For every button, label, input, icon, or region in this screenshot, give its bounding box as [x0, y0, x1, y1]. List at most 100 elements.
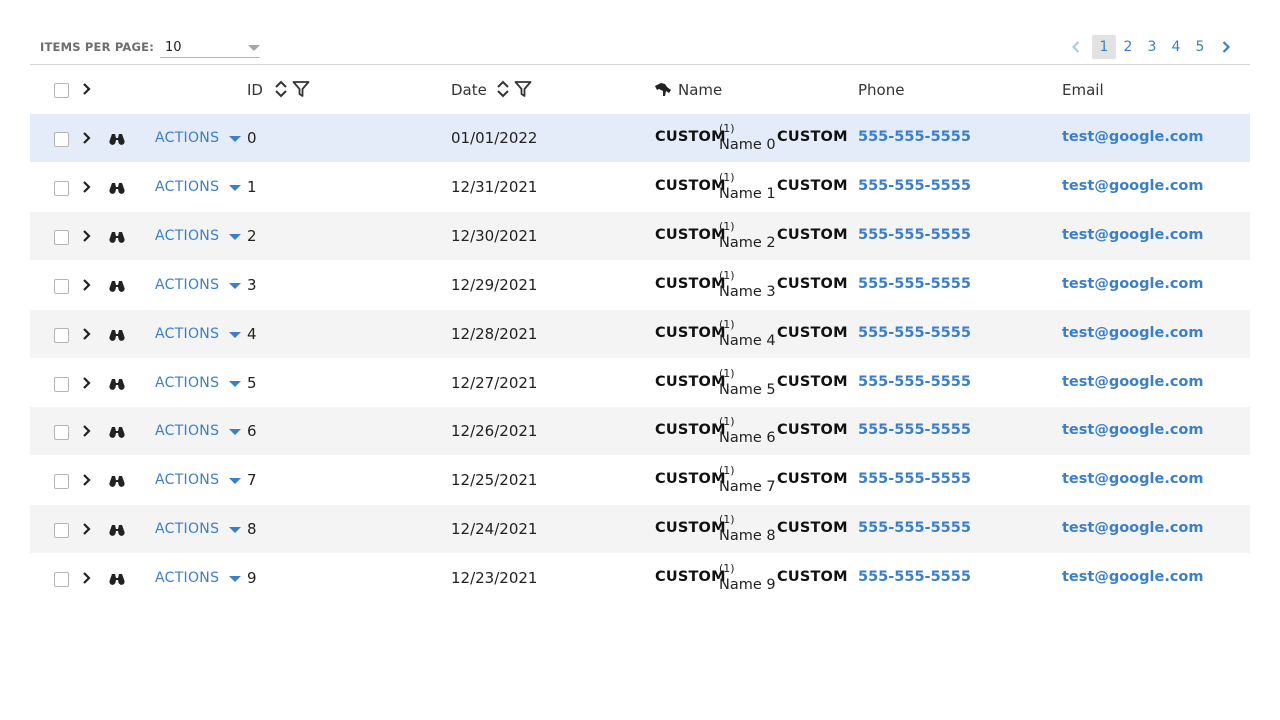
expand-all-chevron-icon[interactable]	[80, 81, 94, 101]
table-row[interactable]: ACTIONS 3 12/29/2021 CUSTOM (1) Name 3 CUSTOM 5…	[30, 261, 1250, 309]
phone-link[interactable]: 555-555-5555	[858, 520, 971, 536]
actions-dropdown-icon[interactable]	[229, 429, 241, 436]
row-select-checkbox[interactable]	[54, 425, 69, 441]
phone-link[interactable]: 555-555-5555	[858, 422, 971, 438]
actions-dropdown-icon[interactable]	[229, 527, 241, 534]
email-link[interactable]: test@google.com	[1062, 325, 1204, 341]
phone-link[interactable]: 555-555-5555	[858, 178, 971, 194]
table-row[interactable]: ACTIONS 4 12/28/2021 CUSTOM (1) Name 4 CUSTOM 5…	[30, 309, 1250, 358]
actions-dropdown-icon[interactable]	[229, 380, 241, 387]
column-header-id[interactable]: ID	[247, 81, 263, 99]
previous-page-button[interactable]	[1064, 35, 1088, 59]
binoculars-icon[interactable]	[109, 131, 125, 150]
column-header-phone[interactable]: Phone	[858, 81, 904, 99]
column-header-name[interactable]: Name	[678, 81, 722, 99]
filter-icon[interactable]	[514, 80, 532, 102]
expand-row-chevron-icon[interactable]	[80, 472, 94, 492]
items-per-page-select[interactable]: 10	[160, 37, 260, 58]
actions-dropdown-icon[interactable]	[229, 478, 241, 485]
select-all-checkbox[interactable]	[54, 83, 69, 98]
email-link[interactable]: test@google.com	[1062, 276, 1204, 292]
row-select-checkbox[interactable]	[54, 572, 69, 588]
binoculars-icon[interactable]	[109, 180, 125, 199]
actions-dropdown-icon[interactable]	[229, 331, 241, 338]
email-link[interactable]: test@google.com	[1062, 227, 1204, 243]
phone-link[interactable]: 555-555-5555	[858, 227, 971, 243]
phone-link[interactable]: 555-555-5555	[858, 276, 971, 292]
page-button-4[interactable]: 4	[1164, 35, 1188, 59]
actions-button[interactable]: ACTIONS	[155, 130, 219, 146]
expand-row-chevron-icon[interactable]	[80, 375, 94, 395]
table-row[interactable]: ACTIONS 2 12/30/2021 CUSTOM (1) Name 2 CUSTOM 5…	[30, 211, 1250, 260]
actions-dropdown-icon[interactable]	[229, 233, 241, 240]
email-link[interactable]: test@google.com	[1062, 471, 1204, 487]
page-button-3[interactable]: 3	[1140, 35, 1164, 59]
actions-dropdown-icon[interactable]	[229, 576, 241, 583]
row-select-checkbox[interactable]	[54, 229, 69, 245]
phone-link[interactable]: 555-555-5555	[858, 325, 971, 341]
actions-button[interactable]: ACTIONS	[155, 326, 219, 342]
page-button-5[interactable]: 5	[1188, 35, 1212, 59]
actions-dropdown-icon[interactable]	[229, 136, 241, 142]
column-header-date[interactable]: Date	[451, 81, 487, 99]
expand-row-chevron-icon[interactable]	[80, 521, 94, 541]
actions-button[interactable]: ACTIONS	[155, 179, 219, 195]
page-button-2[interactable]: 2	[1116, 35, 1140, 59]
phone-link[interactable]: 555-555-5555	[858, 471, 971, 487]
expand-row-chevron-icon[interactable]	[80, 277, 94, 297]
phone-link[interactable]: 555-555-5555	[858, 569, 971, 585]
expand-row-chevron-icon[interactable]	[80, 423, 94, 443]
binoculars-icon[interactable]	[109, 473, 125, 492]
table-row[interactable]: ACTIONS 7 12/25/2021 CUSTOM (1) Name 7 CUSTOM 5…	[30, 456, 1250, 504]
next-page-button[interactable]	[1214, 35, 1238, 59]
page-button-1[interactable]: 1	[1092, 35, 1116, 59]
expand-row-chevron-icon[interactable]	[80, 326, 94, 346]
row-select-checkbox[interactable]	[54, 132, 69, 147]
phone-link[interactable]: 555-555-5555	[858, 374, 971, 390]
actions-button[interactable]: ACTIONS	[155, 423, 219, 439]
table-row[interactable]: ACTIONS 0 01/01/2022 CUSTOM (1) Name 0 CUSTOM 5…	[30, 114, 1250, 162]
row-select-checkbox[interactable]	[54, 327, 69, 343]
actions-button[interactable]: ACTIONS	[155, 375, 219, 391]
table-row[interactable]: ACTIONS 5 12/27/2021 CUSTOM (1) Name 5 CUSTOM 5…	[30, 359, 1250, 407]
binoculars-icon[interactable]	[109, 229, 125, 248]
table-row[interactable]: ACTIONS 1 12/31/2021 CUSTOM (1) Name 1 CUSTOM 5…	[30, 163, 1250, 211]
column-header-email[interactable]: Email	[1062, 81, 1104, 99]
sort-icon[interactable]	[496, 79, 510, 103]
binoculars-icon[interactable]	[109, 376, 125, 395]
row-select-checkbox[interactable]	[54, 474, 69, 490]
expand-row-chevron-icon[interactable]	[80, 228, 94, 248]
binoculars-icon[interactable]	[109, 424, 125, 443]
actions-button[interactable]: ACTIONS	[155, 228, 219, 244]
email-link[interactable]: test@google.com	[1062, 129, 1204, 145]
email-link[interactable]: test@google.com	[1062, 569, 1204, 585]
phone-link[interactable]: 555-555-5555	[858, 129, 971, 145]
email-link[interactable]: test@google.com	[1062, 520, 1204, 536]
table-row[interactable]: ACTIONS 9 12/23/2021 CUSTOM (1) Name 9 CUSTOM 5…	[30, 554, 1250, 602]
row-select-checkbox[interactable]	[54, 180, 69, 196]
binoculars-icon[interactable]	[109, 571, 125, 590]
expand-row-chevron-icon[interactable]	[80, 570, 94, 590]
actions-button[interactable]: ACTIONS	[155, 521, 219, 537]
table-row[interactable]: ACTIONS 8 12/24/2021 CUSTOM (1) Name 8 CUSTOM 5…	[30, 505, 1250, 554]
filter-icon[interactable]	[292, 80, 310, 102]
actions-dropdown-icon[interactable]	[229, 184, 241, 191]
binoculars-icon[interactable]	[109, 278, 125, 297]
actions-dropdown-icon[interactable]	[229, 282, 241, 289]
expand-row-chevron-icon[interactable]	[80, 179, 94, 199]
actions-button[interactable]: ACTIONS	[155, 472, 219, 488]
custom-prefix: CUSTOM	[655, 471, 726, 488]
row-select-checkbox[interactable]	[54, 278, 69, 294]
actions-button[interactable]: ACTIONS	[155, 570, 219, 586]
email-link[interactable]: test@google.com	[1062, 178, 1204, 194]
actions-button[interactable]: ACTIONS	[155, 277, 219, 293]
row-select-checkbox[interactable]	[54, 376, 69, 392]
email-link[interactable]: test@google.com	[1062, 422, 1204, 438]
binoculars-icon[interactable]	[109, 327, 125, 346]
email-link[interactable]: test@google.com	[1062, 374, 1204, 390]
binoculars-icon[interactable]	[109, 522, 125, 541]
row-select-checkbox[interactable]	[54, 523, 69, 539]
expand-row-chevron-icon[interactable]	[80, 130, 94, 150]
table-row[interactable]: ACTIONS 6 12/26/2021 CUSTOM (1) Name 6 CUSTOM 5…	[30, 407, 1250, 456]
sort-icon[interactable]	[274, 79, 288, 103]
